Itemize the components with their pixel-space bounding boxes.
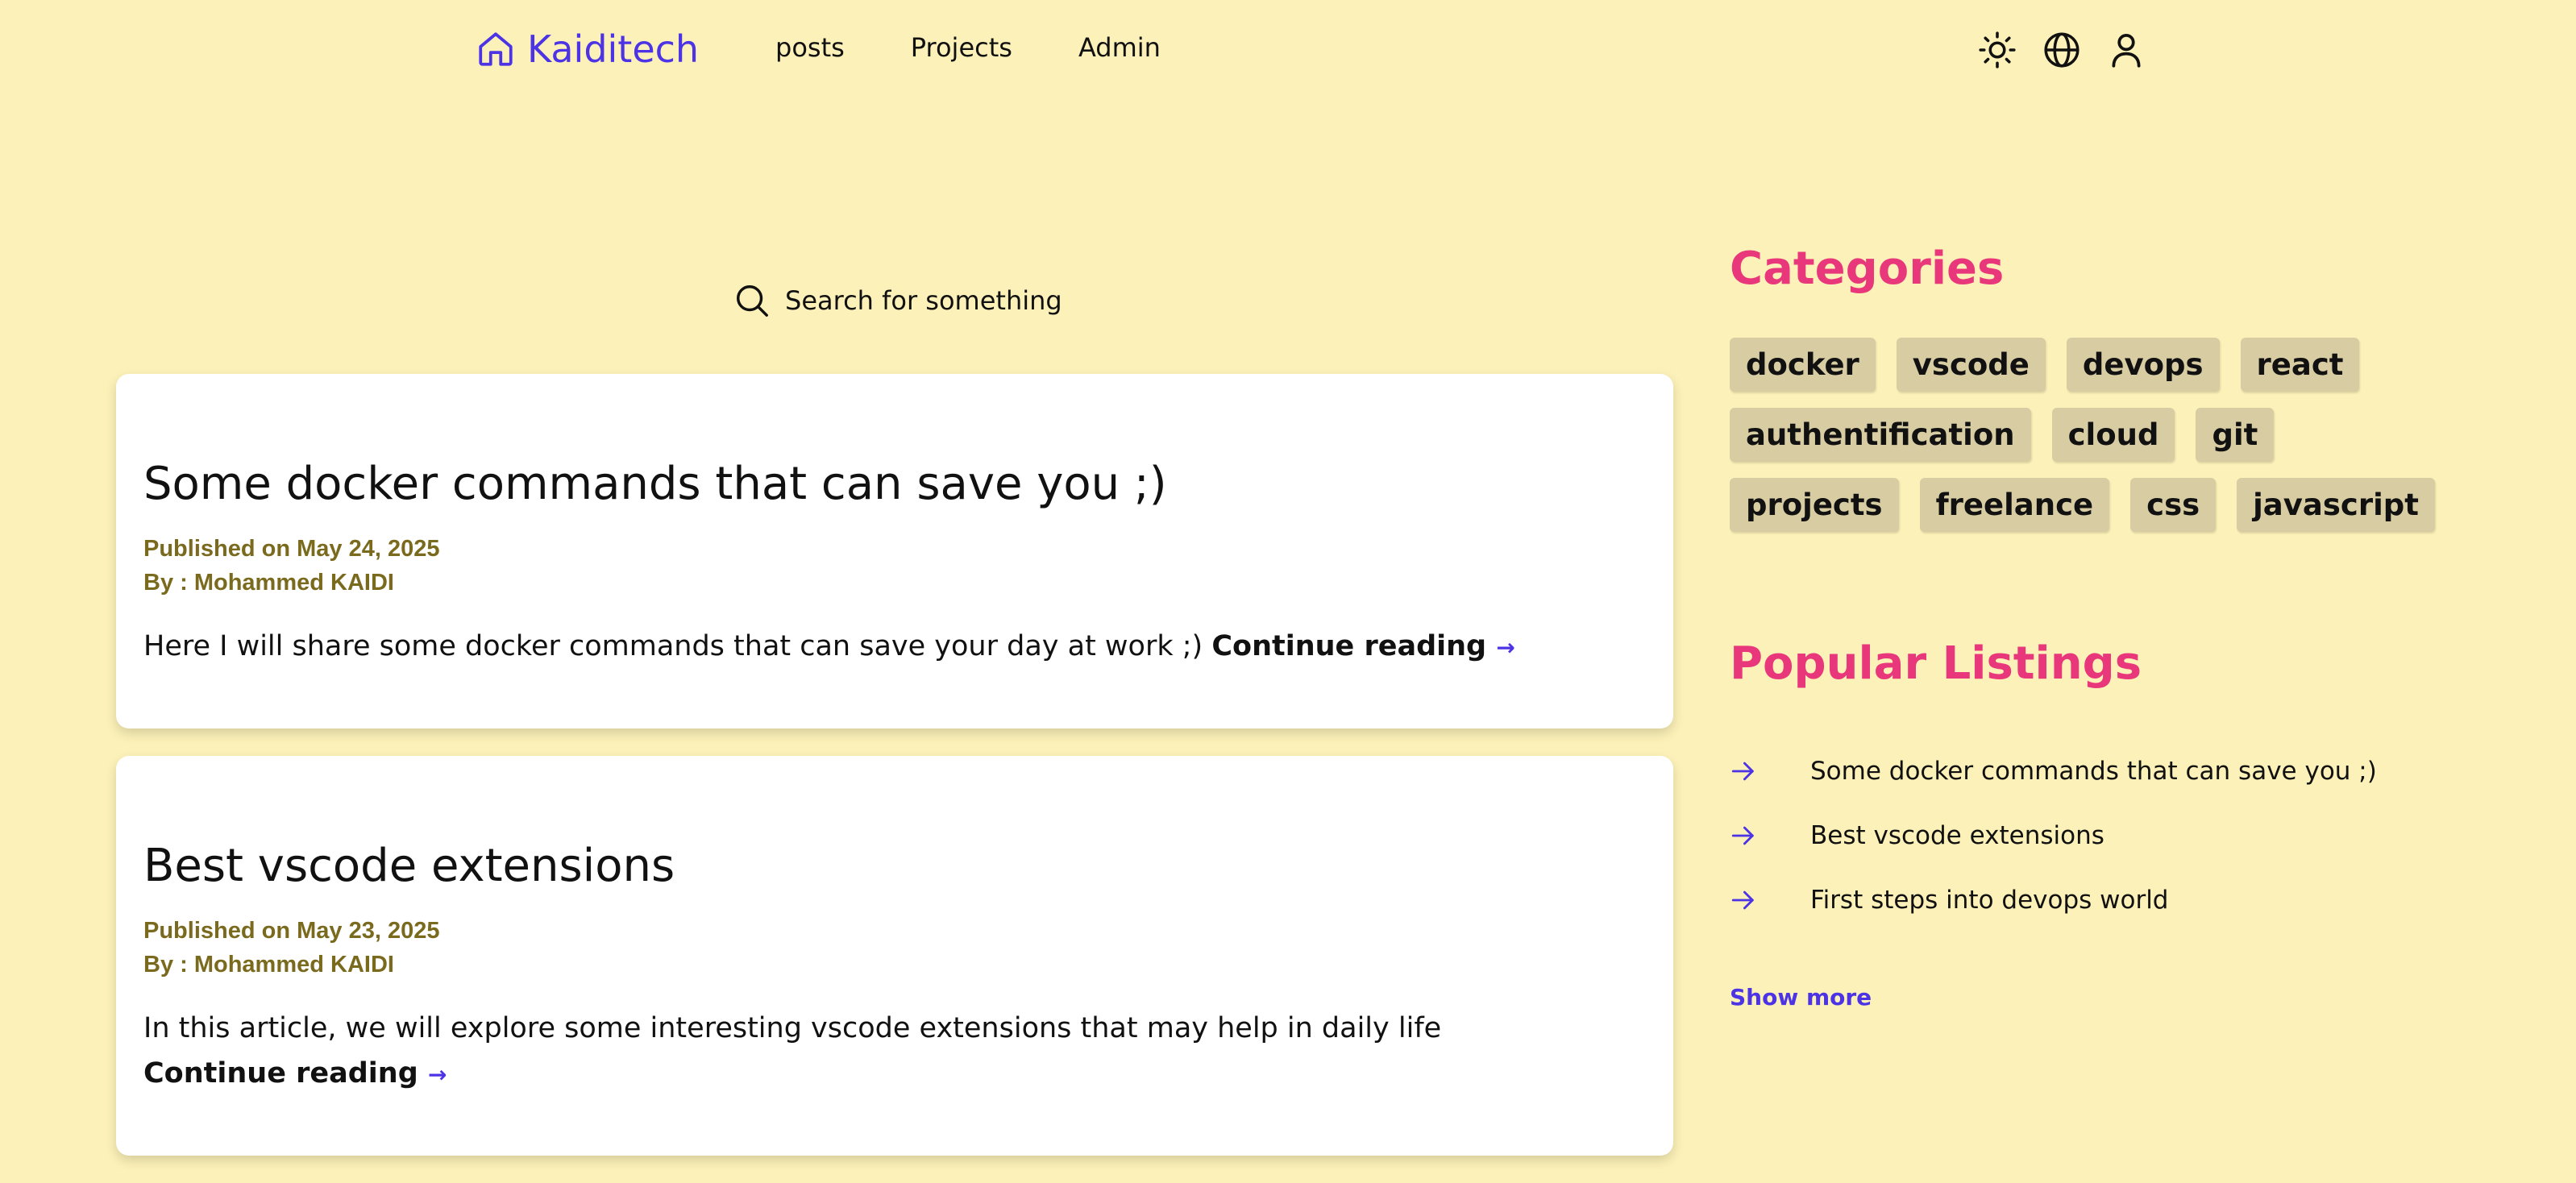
arrow-right-icon: → bbox=[1496, 633, 1515, 661]
search-input[interactable] bbox=[783, 284, 1206, 317]
sidebar: Categories docker vscode devops react au… bbox=[1730, 242, 2455, 1011]
post-card: Some docker commands that can save you ;… bbox=[116, 374, 1673, 728]
arrow-right-icon bbox=[1731, 891, 1754, 910]
tag-projects[interactable]: projects bbox=[1730, 478, 1899, 533]
tag-devops[interactable]: devops bbox=[2066, 338, 2220, 392]
tag-authentification[interactable]: authentification bbox=[1730, 408, 2031, 463]
nav-posts[interactable]: posts bbox=[775, 32, 845, 63]
brand-name: Kaiditech bbox=[527, 27, 700, 71]
brand-link[interactable]: Kaiditech bbox=[476, 27, 699, 71]
language-button[interactable] bbox=[2041, 29, 2083, 71]
popular-item[interactable]: Some docker commands that can save you ;… bbox=[1730, 739, 2455, 803]
post-date: Published on May 23, 2025 bbox=[143, 917, 440, 944]
tag-vscode[interactable]: vscode bbox=[1896, 338, 2046, 392]
continue-reading-link[interactable]: Continue reading → bbox=[1211, 630, 1514, 662]
tag-cloud[interactable]: cloud bbox=[2051, 408, 2175, 463]
popular-item-label: Some docker commands that can save you ;… bbox=[1810, 757, 2377, 787]
post-author: By : Mohammed KAIDI bbox=[143, 951, 394, 978]
popular-list: Some docker commands that can save you ;… bbox=[1730, 739, 2455, 932]
post-excerpt: Here I will share some docker commands t… bbox=[143, 624, 1562, 670]
post-card: Best vscode extensions Published on May … bbox=[116, 756, 1673, 1156]
post-excerpt-text: Here I will share some docker commands t… bbox=[143, 629, 1203, 662]
home-icon bbox=[479, 32, 513, 66]
category-tags: docker vscode devops react authentificat… bbox=[1730, 338, 2439, 533]
theme-toggle-button[interactable] bbox=[1976, 29, 2018, 71]
nav-projects[interactable]: Projects bbox=[911, 32, 1012, 63]
popular-item[interactable]: First steps into devops world bbox=[1730, 868, 2455, 932]
main-nav: posts Projects Admin bbox=[775, 32, 1161, 63]
account-button[interactable] bbox=[2105, 29, 2147, 71]
site-header: Kaiditech posts Projects Admin bbox=[0, 0, 2576, 103]
search-bar[interactable] bbox=[733, 282, 1206, 319]
tag-freelance[interactable]: freelance bbox=[1919, 478, 2110, 533]
popular-item-label: Best vscode extensions bbox=[1810, 821, 2104, 851]
arrow-right-icon bbox=[1731, 762, 1754, 781]
arrow-right-icon: → bbox=[427, 1061, 447, 1088]
nav-admin[interactable]: Admin bbox=[1078, 32, 1161, 63]
arrow-right-icon bbox=[1731, 827, 1754, 845]
post-excerpt: In this article, we will explore some in… bbox=[143, 1006, 1562, 1098]
popular-item[interactable]: Best vscode extensions bbox=[1730, 803, 2455, 868]
search-icon bbox=[737, 285, 768, 317]
continue-reading-link[interactable]: Continue reading → bbox=[143, 1057, 447, 1090]
user-icon bbox=[2112, 34, 2141, 68]
post-excerpt-text: In this article, we will explore some in… bbox=[143, 1011, 1442, 1044]
popular-item-label: First steps into devops world bbox=[1810, 886, 2169, 915]
post-author: By : Mohammed KAIDI bbox=[143, 569, 394, 596]
continue-reading-label: Continue reading bbox=[143, 1056, 418, 1090]
globe-icon bbox=[2044, 32, 2079, 68]
post-title[interactable]: Some docker commands that can save you ;… bbox=[143, 459, 1646, 509]
continue-reading-label: Continue reading bbox=[1211, 629, 1487, 662]
tag-git[interactable]: git bbox=[2196, 408, 2275, 463]
post-list: Some docker commands that can save you ;… bbox=[116, 374, 1673, 1183]
tag-css[interactable]: css bbox=[2130, 478, 2217, 533]
show-more-link[interactable]: Show more bbox=[1730, 984, 1872, 1011]
post-date: Published on May 24, 2025 bbox=[143, 535, 440, 562]
tag-react[interactable]: react bbox=[2240, 338, 2360, 392]
header-actions bbox=[1976, 29, 2147, 71]
sun-icon bbox=[1979, 31, 2016, 68]
post-title[interactable]: Best vscode extensions bbox=[143, 841, 1646, 891]
tag-javascript[interactable]: javascript bbox=[2237, 478, 2435, 533]
categories-title: Categories bbox=[1730, 243, 2005, 295]
popular-listings-title: Popular Listings bbox=[1730, 637, 2142, 691]
tag-docker[interactable]: docker bbox=[1730, 338, 1876, 392]
